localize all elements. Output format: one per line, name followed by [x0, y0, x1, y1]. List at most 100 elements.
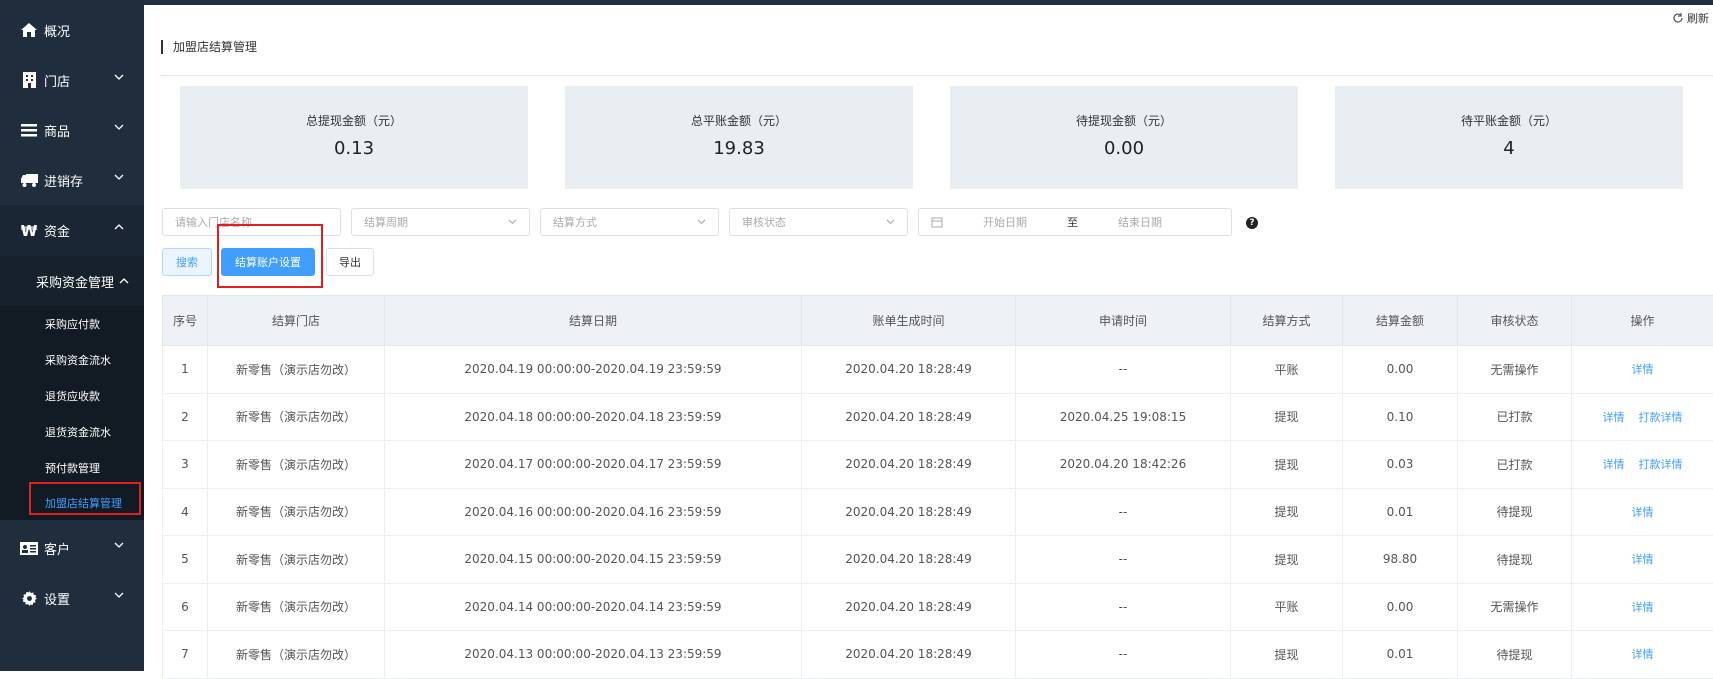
subitem-prepayment[interactable]: 预付款管理: [0, 450, 144, 486]
cell-date: 2020.04.16 00:00:00-2020.04.16 23:59:59: [385, 488, 802, 536]
cell-ops: 详情: [1572, 536, 1713, 584]
yuan-icon: ₩: [20, 222, 38, 240]
cell-gen: 2020.04.20 18:28:49: [802, 488, 1016, 536]
nav-label: 设置: [44, 589, 70, 608]
stat-label: 总提现金额（元）: [180, 112, 528, 129]
table-row: 6新零售（演示店勿改）2020.04.14 00:00:00-2020.04.1…: [163, 583, 1713, 631]
stat-label: 待提现金额（元）: [950, 112, 1298, 129]
nav-item-funds[interactable]: ₩ 资金: [0, 205, 144, 256]
settle-method-select[interactable]: 结算方式: [540, 208, 719, 236]
detail-link[interactable]: 详情: [1632, 363, 1654, 376]
cell-amount: 0.00: [1343, 583, 1458, 631]
chevron-down-icon: [114, 172, 124, 182]
chevron-down-icon: [114, 122, 124, 132]
detail-link[interactable]: 详情: [1632, 553, 1654, 566]
payment-detail-link[interactable]: 打款详情: [1639, 411, 1683, 424]
cell-status: 无需操作: [1458, 583, 1572, 631]
refresh-icon: [1672, 12, 1684, 24]
refresh-label: 刷新: [1687, 10, 1709, 26]
cell-apply: --: [1016, 346, 1231, 394]
subitem-purchase-flow[interactable]: 采购资金流水: [0, 342, 144, 378]
cell-method: 提现: [1231, 488, 1343, 536]
stat-label: 总平账金额（元）: [565, 112, 913, 129]
detail-link[interactable]: 详情: [1632, 648, 1654, 661]
cell-amount: 0.01: [1343, 488, 1458, 536]
subitem-label: 退货资金流水: [45, 424, 111, 440]
nav-item-goods[interactable]: 商品: [0, 105, 144, 155]
cell-method: 平账: [1231, 583, 1343, 631]
cell-store: 新零售（演示店勿改）: [208, 536, 385, 584]
cell-store: 新零售（演示店勿改）: [208, 393, 385, 441]
detail-link[interactable]: 详情: [1632, 601, 1654, 614]
settle-period-select[interactable]: 结算周期: [351, 208, 530, 236]
column-header: 申请时间: [1016, 296, 1231, 346]
stat-card-total-withdraw: 总提现金额（元） 0.13: [180, 86, 528, 189]
placeholder: 结算方式: [553, 214, 597, 230]
nav-item-inventory[interactable]: 进销存: [0, 155, 144, 205]
table-row: 4新零售（演示店勿改）2020.04.16 00:00:00-2020.04.1…: [163, 488, 1713, 536]
cell-date: 2020.04.17 00:00:00-2020.04.17 23:59:59: [385, 441, 802, 489]
start-date-placeholder: 开始日期: [983, 214, 1027, 230]
search-button[interactable]: 搜索: [162, 248, 212, 276]
submenu-purchase-funds[interactable]: 采购资金管理: [0, 256, 144, 306]
payment-detail-link[interactable]: 打款详情: [1639, 458, 1683, 471]
cell-store: 新零售（演示店勿改）: [208, 583, 385, 631]
export-button[interactable]: 导出: [326, 248, 374, 276]
chevron-down-icon: [886, 217, 895, 226]
cell-gen: 2020.04.20 18:28:49: [802, 393, 1016, 441]
cell-no: 1: [163, 346, 208, 394]
stat-value: 4: [1335, 138, 1683, 159]
highlight-outline: [217, 224, 323, 288]
chevron-down-icon: [114, 590, 124, 600]
chevron-down-icon: [114, 540, 124, 550]
cell-date: 2020.04.19 00:00:00-2020.04.19 23:59:59: [385, 346, 802, 394]
page-title: 加盟店结算管理: [161, 40, 257, 54]
refresh-button[interactable]: 刷新: [1672, 10, 1709, 26]
nav-item-customer[interactable]: 客户: [0, 523, 144, 573]
cell-ops: 详情: [1572, 583, 1713, 631]
audit-status-select[interactable]: 审核状态: [729, 208, 908, 236]
store-icon: [20, 71, 38, 89]
cell-date: 2020.04.18 00:00:00-2020.04.18 23:59:59: [385, 393, 802, 441]
end-date-placeholder: 结束日期: [1118, 214, 1162, 230]
date-range-picker[interactable]: 开始日期 至 结束日期: [918, 208, 1232, 236]
cell-apply: --: [1016, 488, 1231, 536]
cell-ops: 详情 打款详情: [1572, 441, 1713, 489]
table-header-row: 序号 结算门店 结算日期 账单生成时间 申请时间 结算方式 结算金额 审核状态 …: [163, 296, 1713, 346]
cell-gen: 2020.04.20 18:28:49: [802, 583, 1016, 631]
id-card-icon: [20, 539, 38, 557]
chevron-down-icon: [697, 217, 706, 226]
table-row: 3新零售（演示店勿改）2020.04.17 00:00:00-2020.04.1…: [163, 441, 1713, 489]
list-icon: [20, 121, 38, 139]
detail-link[interactable]: 详情: [1632, 506, 1654, 519]
column-header: 结算日期: [385, 296, 802, 346]
cell-apply: 2020.04.25 19:08:15: [1016, 393, 1231, 441]
detail-link[interactable]: 详情: [1603, 458, 1625, 471]
placeholder: 审核状态: [742, 214, 786, 230]
help-icon[interactable]: ?: [1246, 217, 1258, 229]
cell-no: 4: [163, 488, 208, 536]
nav-item-settings[interactable]: 设置: [0, 573, 144, 623]
nav-item-overview[interactable]: 概况: [0, 5, 144, 55]
subitem-label: 采购应付款: [45, 316, 100, 332]
nav-item-store[interactable]: 门店: [0, 55, 144, 105]
subitem-label: 采购资金流水: [45, 352, 111, 368]
nav-label: 商品: [44, 121, 70, 140]
nav-label: 概况: [44, 21, 70, 40]
stat-value: 0.00: [950, 138, 1298, 159]
cell-no: 6: [163, 583, 208, 631]
subitem-return-flow[interactable]: 退货资金流水: [0, 414, 144, 450]
subitem-purchase-payable[interactable]: 采购应付款: [0, 306, 144, 342]
cell-ops: 详情: [1572, 488, 1713, 536]
stat-card-pending-withdraw: 待提现金额（元） 0.00: [950, 86, 1298, 189]
nav-label: 资金: [44, 221, 70, 240]
column-header: 序号: [163, 296, 208, 346]
divider: [161, 75, 1713, 76]
cell-gen: 2020.04.20 18:28:49: [802, 346, 1016, 394]
detail-link[interactable]: 详情: [1603, 411, 1625, 424]
subitem-return-receivable[interactable]: 退货应收款: [0, 378, 144, 414]
stat-label: 待平账金额（元）: [1335, 112, 1683, 129]
placeholder: 结算周期: [364, 214, 408, 230]
table-row: 2新零售（演示店勿改）2020.04.18 00:00:00-2020.04.1…: [163, 393, 1713, 441]
cell-method: 提现: [1231, 536, 1343, 584]
